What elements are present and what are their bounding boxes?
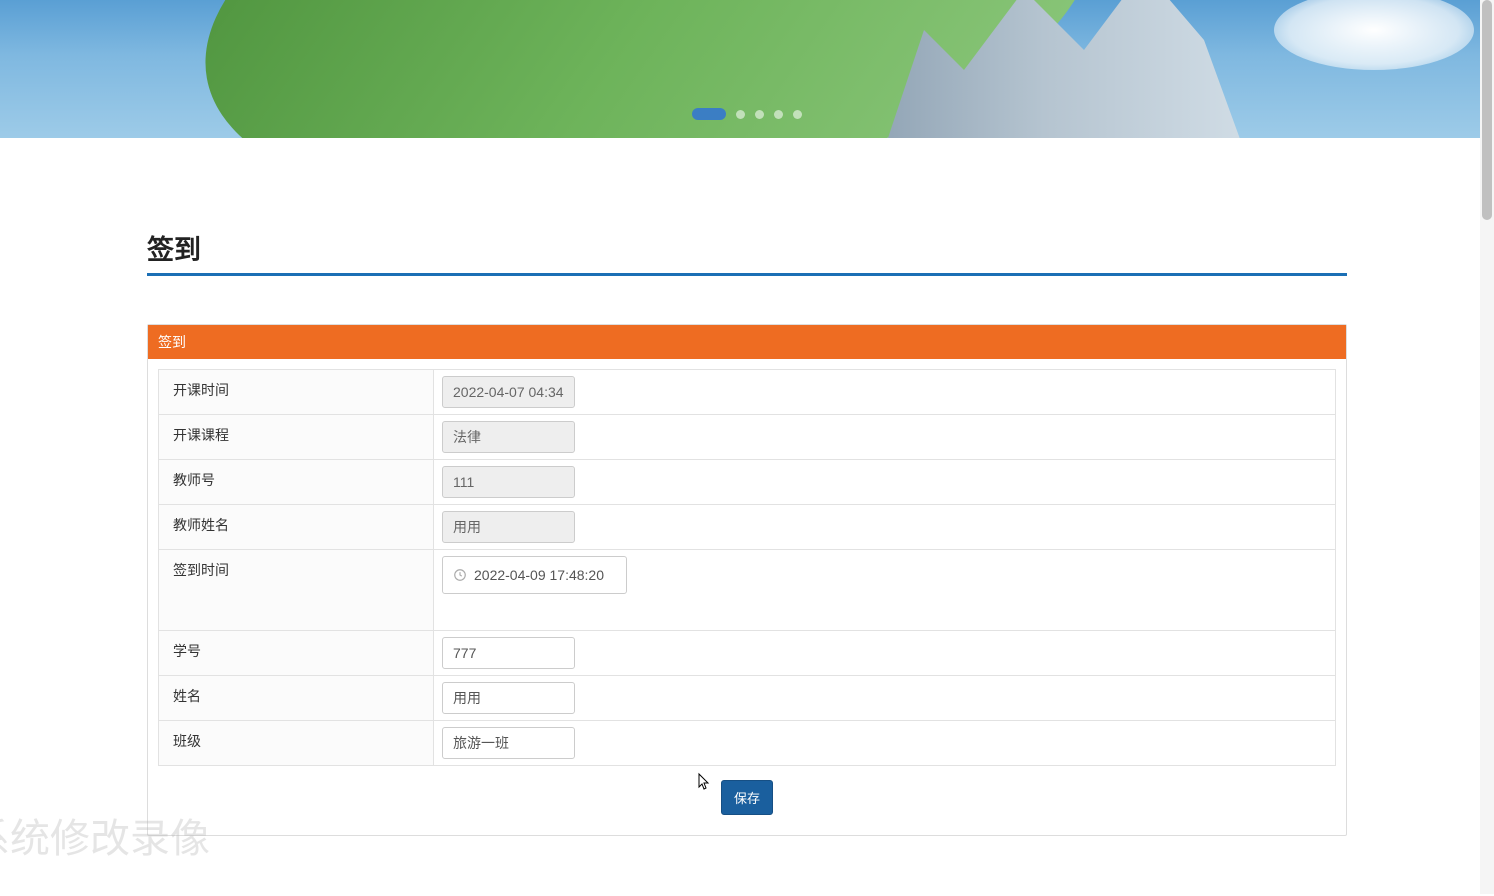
- input-student-name[interactable]: [442, 682, 575, 714]
- sign-time-wrapper[interactable]: [442, 556, 627, 594]
- panel-header: 签到: [148, 325, 1346, 359]
- label-student-name: 姓名: [159, 676, 434, 721]
- row-start-time: 开课时间: [159, 370, 1336, 415]
- input-start-time: [442, 376, 575, 408]
- input-sign-time[interactable]: [474, 559, 624, 591]
- row-teacher-no: 教师号: [159, 460, 1336, 505]
- label-class: 班级: [159, 721, 434, 766]
- label-student-no: 学号: [159, 631, 434, 676]
- row-teacher-name: 教师姓名: [159, 505, 1336, 550]
- label-teacher-no: 教师号: [159, 460, 434, 505]
- label-teacher-name: 教师姓名: [159, 505, 434, 550]
- action-row: 保存: [158, 780, 1336, 815]
- panel-body: 开课时间 开课课程 教师号: [148, 359, 1346, 835]
- input-class[interactable]: [442, 727, 575, 759]
- label-sign-time: 签到时间: [159, 550, 434, 631]
- form-table: 开课时间 开课课程 教师号: [158, 369, 1336, 766]
- carousel-dot-5[interactable]: [793, 110, 802, 119]
- banner-decoration-cloud: [1274, 0, 1474, 70]
- content: 签到 签到 开课时间 开课课程 教师号: [147, 138, 1347, 896]
- page-title: 签到: [147, 228, 1347, 273]
- input-course: [442, 421, 575, 453]
- signin-panel: 签到 开课时间 开课课程 教师号: [147, 324, 1347, 836]
- save-button[interactable]: 保存: [721, 780, 773, 815]
- label-course: 开课课程: [159, 415, 434, 460]
- row-student-name: 姓名: [159, 676, 1336, 721]
- row-sign-time: 签到时间: [159, 550, 1336, 631]
- label-start-time: 开课时间: [159, 370, 434, 415]
- row-course: 开课课程: [159, 415, 1336, 460]
- carousel-dot-1[interactable]: [692, 108, 726, 120]
- input-student-no[interactable]: [442, 637, 575, 669]
- banner: [0, 0, 1494, 138]
- carousel-dot-3[interactable]: [755, 110, 764, 119]
- carousel-indicators: [692, 108, 802, 120]
- input-teacher-name: [442, 511, 575, 543]
- row-class: 班级: [159, 721, 1336, 766]
- scrollbar-thumb[interactable]: [1482, 0, 1492, 220]
- carousel-dot-4[interactable]: [774, 110, 783, 119]
- row-student-no: 学号: [159, 631, 1336, 676]
- clock-icon: [453, 568, 467, 582]
- title-underline: [147, 273, 1347, 276]
- input-teacher-no: [442, 466, 575, 498]
- scrollbar-track[interactable]: [1480, 0, 1494, 894]
- carousel-dot-2[interactable]: [736, 110, 745, 119]
